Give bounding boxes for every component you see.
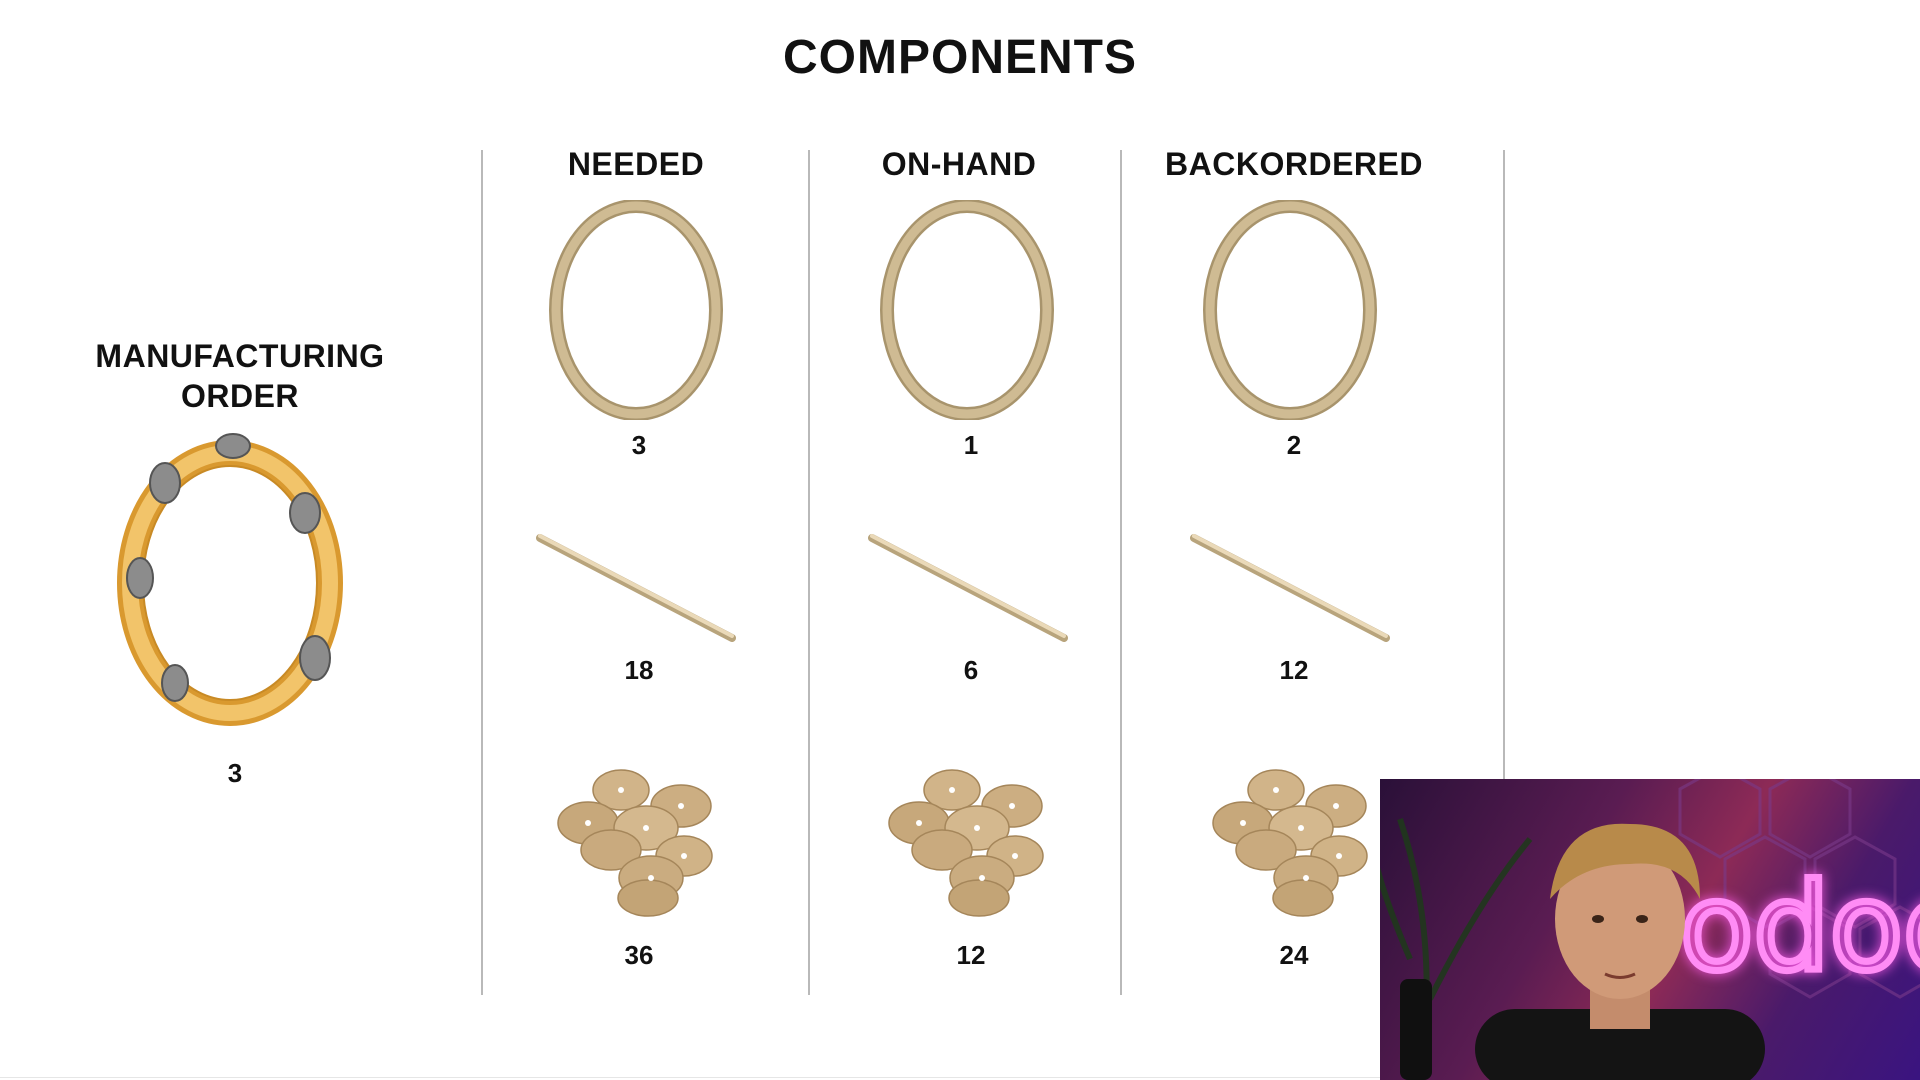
tambourine-icon [115, 428, 355, 728]
manufacturing-order-label: MANUFACTURING ORDER [60, 336, 420, 416]
column-header-on-hand: ON-HAND [881, 146, 1037, 182]
on-hand-jingles-quantity: 12 [956, 940, 986, 970]
needed-hoop-quantity: 3 [631, 430, 647, 460]
metal-jingles-icon [1211, 768, 1381, 918]
manufacturing-order-quantity: 3 [227, 758, 243, 788]
wooden-hoop-icon [877, 200, 1057, 420]
neon-sign: odoo [1680, 859, 1920, 998]
column-divider [481, 150, 483, 995]
backordered-stick-quantity: 12 [1279, 655, 1309, 685]
column-header-needed: NEEDED [567, 146, 705, 182]
wooden-hoop-icon [1200, 200, 1380, 420]
wooden-stick-icon [532, 528, 742, 648]
metal-jingles-icon [887, 768, 1057, 918]
column-divider [1503, 150, 1505, 780]
wooden-stick-icon [864, 528, 1074, 648]
wooden-hoop-icon [546, 200, 726, 420]
column-divider [808, 150, 810, 995]
wooden-stick-icon [1186, 528, 1396, 648]
backordered-jingles-quantity: 24 [1279, 940, 1309, 970]
needed-jingles-quantity: 36 [624, 940, 654, 970]
on-hand-hoop-quantity: 1 [963, 430, 979, 460]
needed-stick-quantity: 18 [624, 655, 654, 685]
manufacturing-order-label-line1: MANUFACTURING [95, 338, 385, 374]
column-header-backordered: BACKORDERED [1165, 146, 1423, 182]
webcam-overlay: odoo [1380, 779, 1920, 1080]
on-hand-stick-quantity: 6 [963, 655, 979, 685]
backordered-hoop-quantity: 2 [1286, 430, 1302, 460]
metal-jingles-icon [556, 768, 726, 918]
column-divider [1120, 150, 1122, 995]
manufacturing-order-label-line2: ORDER [180, 378, 300, 414]
page-title: COMPONENTS [782, 31, 1137, 84]
